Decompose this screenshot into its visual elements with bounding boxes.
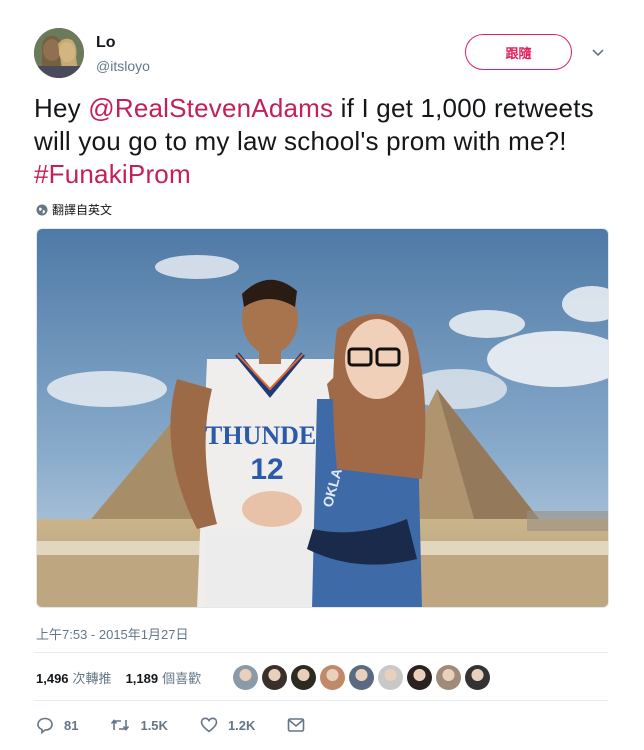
likes-count[interactable]: 1,189 xyxy=(126,671,159,686)
globe-icon xyxy=(36,204,48,215)
tweet-text-part: Hey xyxy=(34,93,89,123)
direct-message-button[interactable] xyxy=(287,717,315,733)
liker-avatar[interactable] xyxy=(291,664,317,690)
like-count: 1.2K xyxy=(227,717,256,733)
retweet-button[interactable]: 1.5K xyxy=(110,716,168,734)
chevron-down-icon[interactable] xyxy=(590,44,606,60)
translate-link[interactable]: 翻譯自英文 xyxy=(36,201,112,218)
mention-link[interactable]: @RealStevenAdams xyxy=(88,93,333,123)
tweet-actions: 81 1.5K 1.2K xyxy=(36,714,347,736)
user-handle[interactable]: @itsloyo xyxy=(96,58,150,74)
liker-avatar[interactable] xyxy=(378,664,404,690)
retweet-stat[interactable]: 1,496 次轉推 xyxy=(36,668,112,687)
jersey-text: THUNDER xyxy=(205,421,335,450)
tweet-text: Hey @RealStevenAdams if I get 1,000 retw… xyxy=(34,92,614,191)
liker-avatar[interactable] xyxy=(465,664,491,690)
liker-avatar[interactable] xyxy=(407,664,433,690)
hashtag-link[interactable]: #FunakiProm xyxy=(34,159,191,189)
liker-avatar[interactable] xyxy=(436,664,462,690)
liker-avatar[interactable] xyxy=(233,664,259,690)
envelope-icon xyxy=(288,718,305,732)
retweet-icon xyxy=(111,719,130,731)
liker-avatars xyxy=(233,664,491,690)
tweet-timestamp[interactable]: 上午7:53 - 2015年1月27日 xyxy=(36,624,188,643)
liker-avatar[interactable] xyxy=(320,664,346,690)
engagement-stats: 1,496 次轉推 1,189 個喜歡 xyxy=(36,660,608,694)
retweets-label[interactable]: 次轉推 xyxy=(73,671,112,686)
heart-icon xyxy=(200,717,218,733)
jersey-number: 12 xyxy=(250,453,283,486)
translate-label[interactable]: 翻譯自英文 xyxy=(52,201,112,218)
reply-count: 81 xyxy=(64,717,79,733)
user-name[interactable]: Lo xyxy=(96,34,116,52)
tweet-photo[interactable]: THUNDER 12 OKLA xyxy=(36,228,609,608)
divider xyxy=(34,700,608,701)
like-stat[interactable]: 1,189 個喜歡 xyxy=(126,668,202,687)
reply-button[interactable]: 81 xyxy=(36,716,78,734)
liker-avatar[interactable] xyxy=(262,664,288,690)
user-avatar[interactable] xyxy=(34,28,84,78)
liker-avatar[interactable] xyxy=(349,664,375,690)
like-button[interactable]: 1.2K xyxy=(200,716,255,734)
likes-label[interactable]: 個喜歡 xyxy=(162,671,201,686)
retweets-count[interactable]: 1,496 xyxy=(36,671,69,686)
follow-button[interactable]: 跟隨 xyxy=(465,34,572,70)
reply-icon xyxy=(37,717,53,734)
divider xyxy=(34,652,608,653)
retweet-count: 1.5K xyxy=(140,717,168,733)
tweet-header: Lo @itsloyo 跟隨 xyxy=(34,28,614,80)
